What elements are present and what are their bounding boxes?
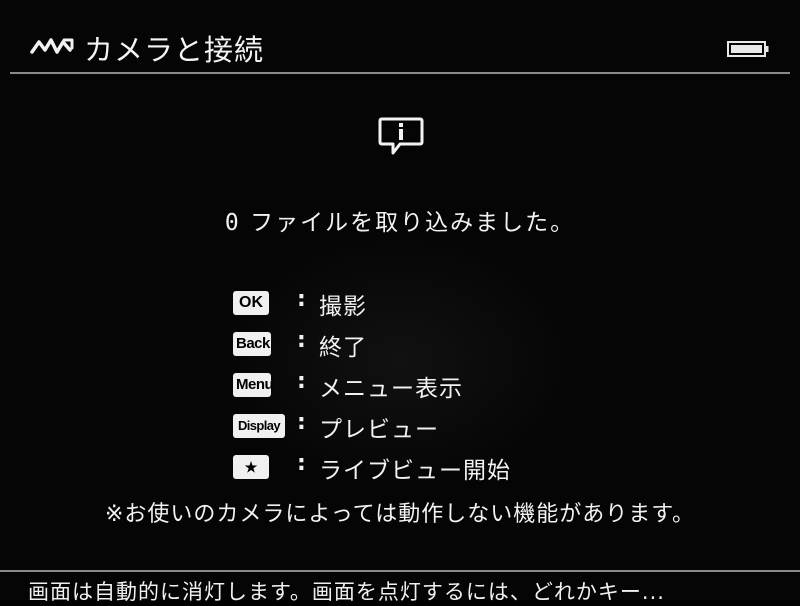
status-bar: 画面は自動的に消灯します。画面を点灯するには、どれかキー... [0, 570, 800, 604]
key-row-back: Back : 終了 [233, 328, 633, 369]
key-separator: : [297, 328, 306, 353]
key-row-star: ★ : ライブビュー開始 [233, 451, 633, 492]
import-result-message: 0 ファイルを取り込みました。 [0, 203, 800, 237]
ok-key-badge: OK [233, 291, 269, 315]
screen: カメラと接続 0 ファイルを取り込みました。 OK : 撮影 Back : 終了… [0, 0, 800, 604]
connection-wave-icon [30, 38, 74, 54]
key-action-label: 撮影 [319, 294, 367, 320]
header-divider [10, 72, 790, 74]
key-separator: : [297, 410, 306, 435]
key-separator: : [297, 451, 306, 476]
key-row-menu: Menu : メニュー表示 [233, 369, 633, 410]
key-guide: OK : 撮影 Back : 終了 Menu : メニュー表示 Display … [233, 287, 633, 492]
message-text: ファイルを取り込みました。 [250, 210, 576, 236]
key-separator: : [297, 369, 306, 394]
display-key-badge: Display [233, 414, 285, 438]
key-action-label: メニュー表示 [319, 376, 463, 402]
key-row-display: Display : プレビュー [233, 410, 633, 451]
header: カメラと接続 [0, 0, 800, 74]
menu-key-badge: Menu [233, 373, 274, 397]
key-action-label: ライブビュー開始 [319, 458, 511, 484]
key-action-label: プレビュー [319, 417, 439, 443]
key-action-label: 終了 [319, 335, 367, 361]
page-title: カメラと接続 [84, 33, 265, 67]
battery-full-icon [727, 41, 769, 57]
star-key-badge: ★ [233, 455, 269, 479]
info-speech-bubble-icon [378, 117, 424, 155]
key-separator: : [297, 287, 306, 312]
file-count: 0 [224, 210, 241, 236]
compatibility-note: ※お使いのカメラによっては動作しない機能があります。 [104, 502, 696, 527]
key-row-ok: OK : 撮影 [233, 287, 633, 328]
status-text: 画面は自動的に消灯します。画面を点灯するには、どれかキー... [28, 580, 665, 604]
back-key-badge: Back [233, 332, 271, 356]
